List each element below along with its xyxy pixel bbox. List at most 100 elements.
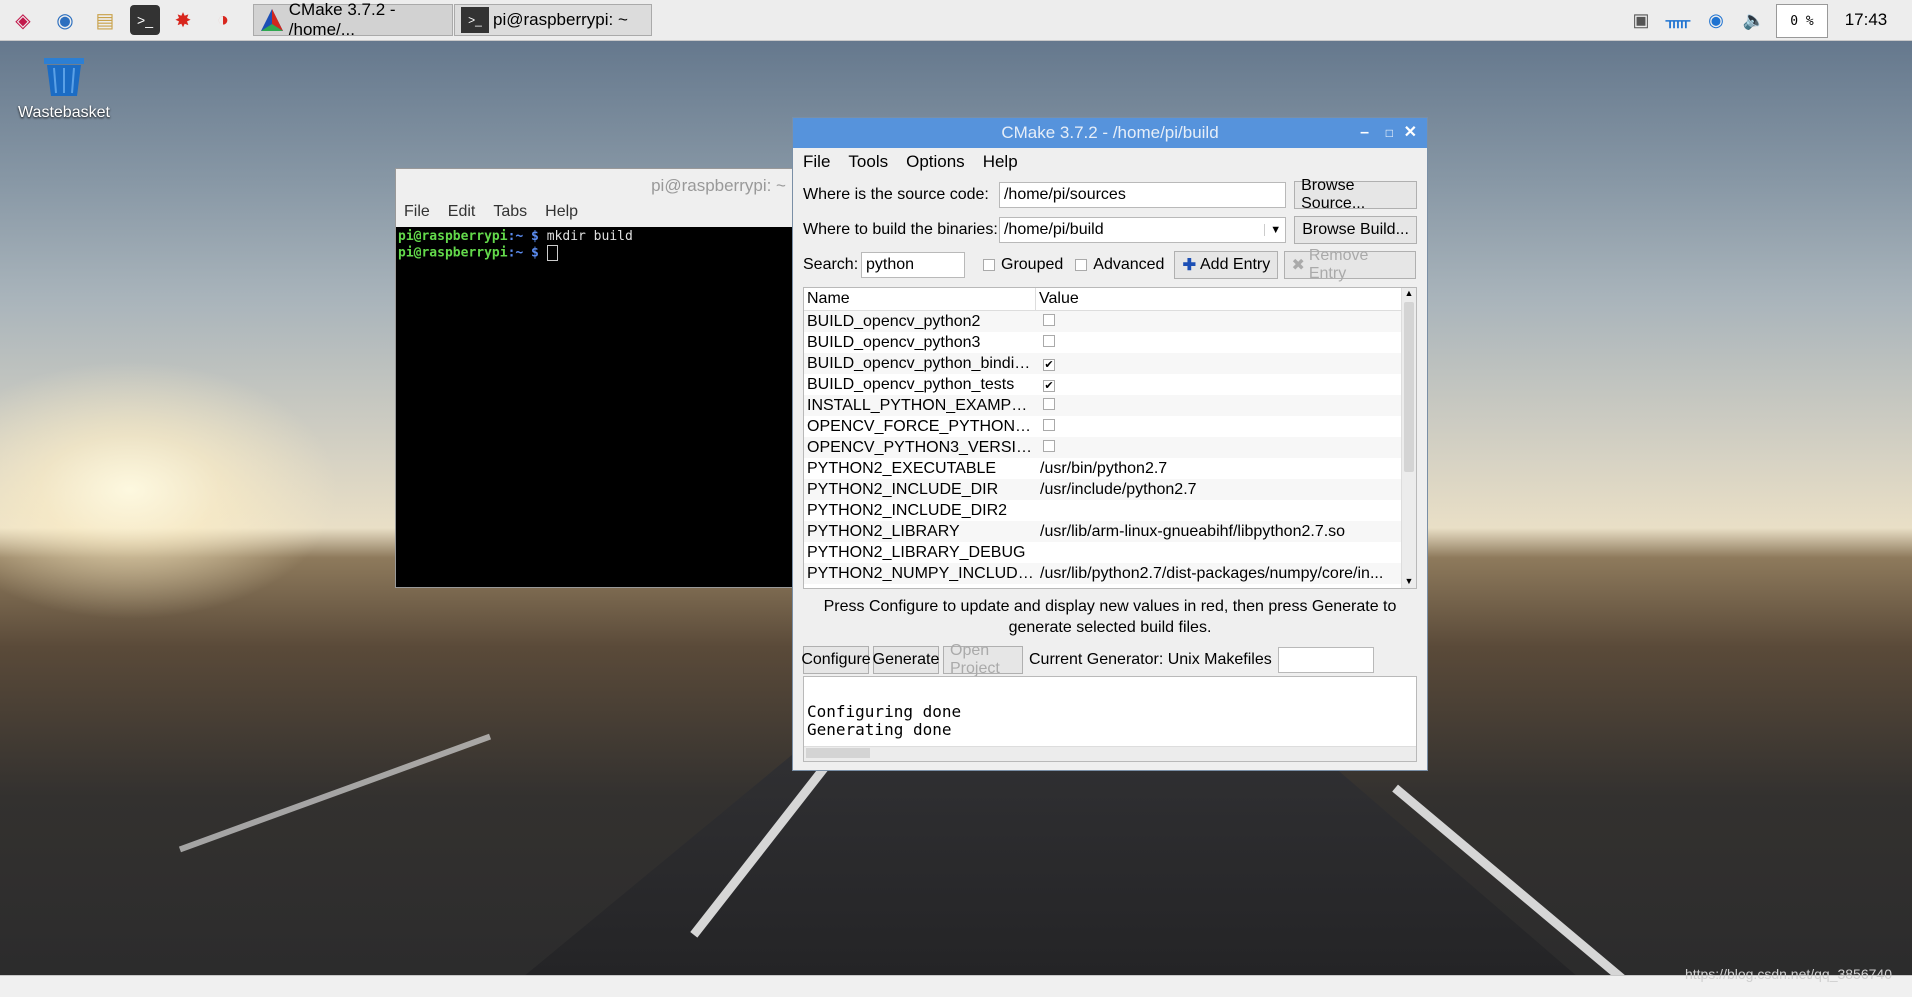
- cmake-menu-help[interactable]: Help: [983, 152, 1018, 172]
- row-name: BUILD_opencv_python3: [807, 333, 981, 351]
- terminal-menu-help[interactable]: Help: [545, 203, 578, 227]
- row-value[interactable]: [1036, 397, 1416, 415]
- scroll-thumb[interactable]: [806, 748, 870, 758]
- table-row[interactable]: BUILD_opencv_python_tests ✔: [804, 374, 1416, 395]
- table-row[interactable]: BUILD_opencv_python2: [804, 311, 1416, 332]
- search-input[interactable]: python: [861, 252, 965, 278]
- table-row[interactable]: PYTHON2_LIBRARY_DEBUG: [804, 542, 1416, 563]
- close-icon[interactable]: ✕: [1404, 118, 1417, 148]
- scroll-down-icon[interactable]: ▼: [1402, 576, 1416, 588]
- table-row[interactable]: BUILD_opencv_python_bindin... ✔: [804, 353, 1416, 374]
- remove-icon: ✖: [1291, 257, 1305, 274]
- table-row[interactable]: OPENCV_FORCE_PYTHON_LIBS: [804, 416, 1416, 437]
- cmake-menu-tools[interactable]: Tools: [848, 152, 888, 172]
- cmake-menu-options[interactable]: Options: [906, 152, 965, 172]
- wolfram-icon[interactable]: ◑: [208, 5, 238, 35]
- wifi-icon[interactable]: ◉: [1700, 4, 1732, 36]
- scroll-thumb[interactable]: [1404, 302, 1414, 472]
- browse-build-button[interactable]: Browse Build...: [1294, 216, 1417, 244]
- terminal-menu-edit[interactable]: Edit: [448, 203, 476, 227]
- task-cmake[interactable]: CMake 3.7.2 - /home/...: [253, 0, 453, 39]
- wastebasket[interactable]: Wastebasket: [18, 56, 110, 122]
- generator-field[interactable]: [1277, 647, 1374, 673]
- browse-source-button[interactable]: Browse Source...: [1294, 177, 1417, 212]
- table-row[interactable]: PYTHON2_NUMPY_INCLUDE_.../usr/lib/python…: [804, 563, 1416, 584]
- advanced-checkbox[interactable]: Advanced: [1075, 256, 1164, 274]
- clock[interactable]: 17:43: [1836, 4, 1896, 36]
- table-row[interactable]: PYTHON2_INCLUDE_DIR2: [804, 500, 1416, 521]
- row-value[interactable]: /usr/bin/python2.7: [1036, 460, 1416, 478]
- task-terminal-label: pi@raspberrypi: ~: [493, 10, 628, 29]
- column-value-header[interactable]: Value: [1036, 288, 1079, 310]
- row-name: BUILD_opencv_python2: [807, 312, 981, 330]
- network-drive-icon[interactable]: ▣: [1624, 4, 1658, 36]
- table-row[interactable]: PYTHON2_LIBRARY/usr/lib/arm-linux-gnueab…: [804, 521, 1416, 542]
- task-terminal[interactable]: >_ pi@raspberrypi: ~: [454, 4, 652, 36]
- unchecked-checkbox[interactable]: [1043, 439, 1055, 452]
- browser-icon[interactable]: ◉: [50, 5, 80, 35]
- row-value[interactable]: /usr/lib/python2.7/dist-packages/numpy/c…: [1036, 565, 1416, 583]
- chevron-down-icon[interactable]: ▼: [1264, 224, 1281, 236]
- file-manager-icon[interactable]: ▤: [90, 5, 120, 35]
- table-row[interactable]: PYTHON2_INCLUDE_DIR/usr/include/python2.…: [804, 479, 1416, 500]
- table-row[interactable]: INSTALL_PYTHON_EXAMPLES: [804, 395, 1416, 416]
- row-value[interactable]: /usr/lib/arm-linux-gnueabihf/libpython2.…: [1036, 523, 1416, 541]
- unchecked-checkbox[interactable]: [1043, 397, 1055, 410]
- cache-table[interactable]: Name Value BUILD_opencv_python2 BUILD_ope…: [803, 287, 1417, 589]
- terminal-icon: >_: [461, 7, 489, 33]
- terminal-menu-file[interactable]: File: [404, 203, 430, 227]
- watermark: https://blog.csdn.net/qq_3856740: [1684, 966, 1892, 982]
- table-scrollbar[interactable]: ▲ ▼: [1401, 288, 1416, 588]
- checked-checkbox[interactable]: ✔: [1043, 358, 1055, 371]
- row-value[interactable]: [1036, 439, 1416, 457]
- table-body: BUILD_opencv_python2 BUILD_opencv_python3…: [804, 311, 1416, 584]
- row-name: PYTHON2_EXECUTABLE: [807, 459, 997, 477]
- remove-entry-button[interactable]: ✖ Remove Entry: [1284, 247, 1417, 282]
- cmake-window[interactable]: CMake 3.7.2 - /home/pi/build – □ ✕ File …: [792, 117, 1428, 771]
- row-value[interactable]: [1036, 418, 1416, 436]
- maximize-icon[interactable]: □: [1386, 118, 1393, 148]
- desktop-scrollbar[interactable]: [0, 975, 1912, 997]
- row-value[interactable]: ✔: [1036, 376, 1416, 394]
- minimize-icon[interactable]: –: [1360, 118, 1369, 148]
- log-hscrollbar[interactable]: [804, 746, 1416, 761]
- table-row[interactable]: BUILD_opencv_python3: [804, 332, 1416, 353]
- unchecked-checkbox[interactable]: [1043, 313, 1055, 326]
- open-project-button[interactable]: Open Project: [943, 642, 1023, 677]
- cmake-menu-file[interactable]: File: [803, 152, 830, 172]
- table-row[interactable]: OPENCV_PYTHON3_VERSION: [804, 437, 1416, 458]
- advanced-label: Advanced: [1093, 256, 1165, 273]
- terminal-output[interactable]: pi@raspberrypi:~ $ mkdir build pi@raspbe…: [396, 227, 794, 587]
- cmake-titlebar[interactable]: CMake 3.7.2 - /home/pi/build – □ ✕: [793, 118, 1427, 148]
- prompt-user: pi@raspberrypi: [398, 245, 508, 261]
- unchecked-checkbox[interactable]: [1043, 334, 1055, 347]
- source-path-input[interactable]: /home/pi/sources: [998, 182, 1287, 208]
- grouped-checkbox[interactable]: Grouped: [983, 256, 1063, 274]
- generate-button[interactable]: Generate: [873, 646, 939, 674]
- terminal-icon[interactable]: >_: [130, 5, 160, 35]
- scroll-up-icon[interactable]: ▲: [1402, 288, 1416, 300]
- column-name-header[interactable]: Name: [804, 288, 1036, 310]
- row-value[interactable]: [1036, 313, 1416, 331]
- build-label: Where to build the binaries:: [803, 221, 998, 238]
- row-value[interactable]: ✔: [1036, 355, 1416, 373]
- add-entry-button[interactable]: ✚ Add Entry: [1174, 251, 1279, 279]
- raspberry-menu-icon[interactable]: ◈: [8, 5, 38, 35]
- checkbox-box: [1075, 259, 1088, 271]
- table-row[interactable]: PYTHON2_EXECUTABLE/usr/bin/python2.7: [804, 458, 1416, 479]
- row-value[interactable]: /usr/include/python2.7: [1036, 481, 1416, 499]
- output-log[interactable]: Configuring done Generating done: [803, 676, 1417, 762]
- bluetooth-icon[interactable]: ᚅ: [1664, 4, 1692, 36]
- build-path-combo[interactable]: /home/pi/build ▼: [998, 217, 1287, 243]
- terminal-menu-tabs[interactable]: Tabs: [493, 203, 527, 227]
- math-icon[interactable]: ✸: [168, 5, 198, 35]
- configure-button[interactable]: Configure: [801, 646, 871, 674]
- row-value[interactable]: [1036, 334, 1416, 352]
- unchecked-checkbox[interactable]: [1043, 418, 1055, 431]
- checked-checkbox[interactable]: ✔: [1043, 379, 1055, 392]
- cpu-monitor[interactable]: 0 %: [1776, 4, 1828, 38]
- terminal-line: pi@raspberrypi:~ $ mkdir build: [398, 229, 792, 245]
- command-text: mkdir build: [538, 229, 633, 244]
- volume-icon[interactable]: 🔈: [1738, 4, 1770, 36]
- terminal-window[interactable]: pi@raspberrypi: ~ File Edit Tabs Help pi…: [395, 168, 795, 588]
